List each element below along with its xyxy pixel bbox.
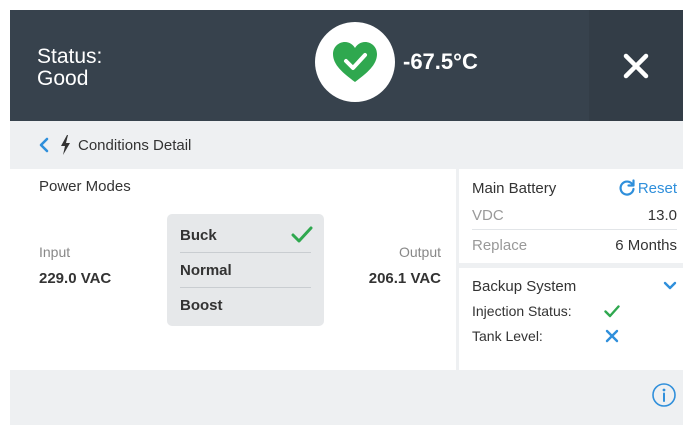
mode-label: Buck [180,226,217,244]
mode-option-buck[interactable]: Buck [180,218,313,253]
mode-label: Boost [180,297,223,314]
cross-icon [602,329,622,343]
replace-value: 6 Months [615,236,677,254]
chevron-down-icon[interactable] [663,278,677,295]
lightning-bolt-icon [60,135,71,155]
power-modes-title: Power Modes [39,178,131,195]
replace-row: Replace 6 Months [472,231,677,259]
vdc-label: VDC [472,207,504,224]
output-label: Output [398,244,441,260]
input-label: Input [39,244,71,260]
backup-system-title: Backup System [472,277,577,295]
info-icon[interactable] [651,382,677,408]
chevron-left-icon [39,137,49,153]
status-value: Good [37,67,89,90]
refresh-icon [619,179,635,196]
tank-level-row: Tank Level: [472,322,622,350]
input-value: 229.0 VAC [39,270,112,287]
vdc-row: VDC 13.0 [472,202,677,230]
status-header: Status: Good -67.5°C [10,10,683,121]
backup-system-header[interactable]: Backup System [472,272,677,300]
replace-label: Replace [472,236,528,254]
health-indicator [315,22,395,102]
page-title: Conditions Detail [78,136,192,154]
section-divider [457,263,683,268]
reset-button[interactable]: Reset [618,179,677,197]
heart-check-icon [333,42,377,82]
injection-status-label: Injection Status: [472,303,572,319]
mode-option-normal[interactable]: Normal [180,253,311,288]
close-button[interactable] [589,10,683,121]
back-button[interactable] [39,136,51,154]
check-icon [291,226,313,244]
close-icon [623,53,649,78]
battery-backup-panel: Main Battery Reset VDC 13.0 Replace 6 Mo… [457,169,683,370]
power-mode-selector: Buck Normal Boost [167,214,324,326]
status-label: Status: [37,45,103,68]
footer-bar [10,370,683,425]
main-battery-title: Main Battery [472,179,557,197]
mode-option-boost[interactable]: Boost [180,288,311,323]
breadcrumb-bar: Conditions Detail [10,121,683,169]
mode-label: Normal [180,261,232,279]
vdc-value: 13.0 [647,207,677,224]
output-value: 206.1 VAC [368,270,441,287]
header-pointer [338,111,366,121]
status-block: Status: Good [37,46,102,90]
reset-label: Reset [637,179,677,197]
temperature-readout: -67.5°C [403,49,478,74]
tank-level-label: Tank Level: [472,328,543,344]
injection-status-row: Injection Status: [472,297,622,325]
main-battery-header: Main Battery Reset [472,174,677,202]
check-icon [602,304,622,318]
